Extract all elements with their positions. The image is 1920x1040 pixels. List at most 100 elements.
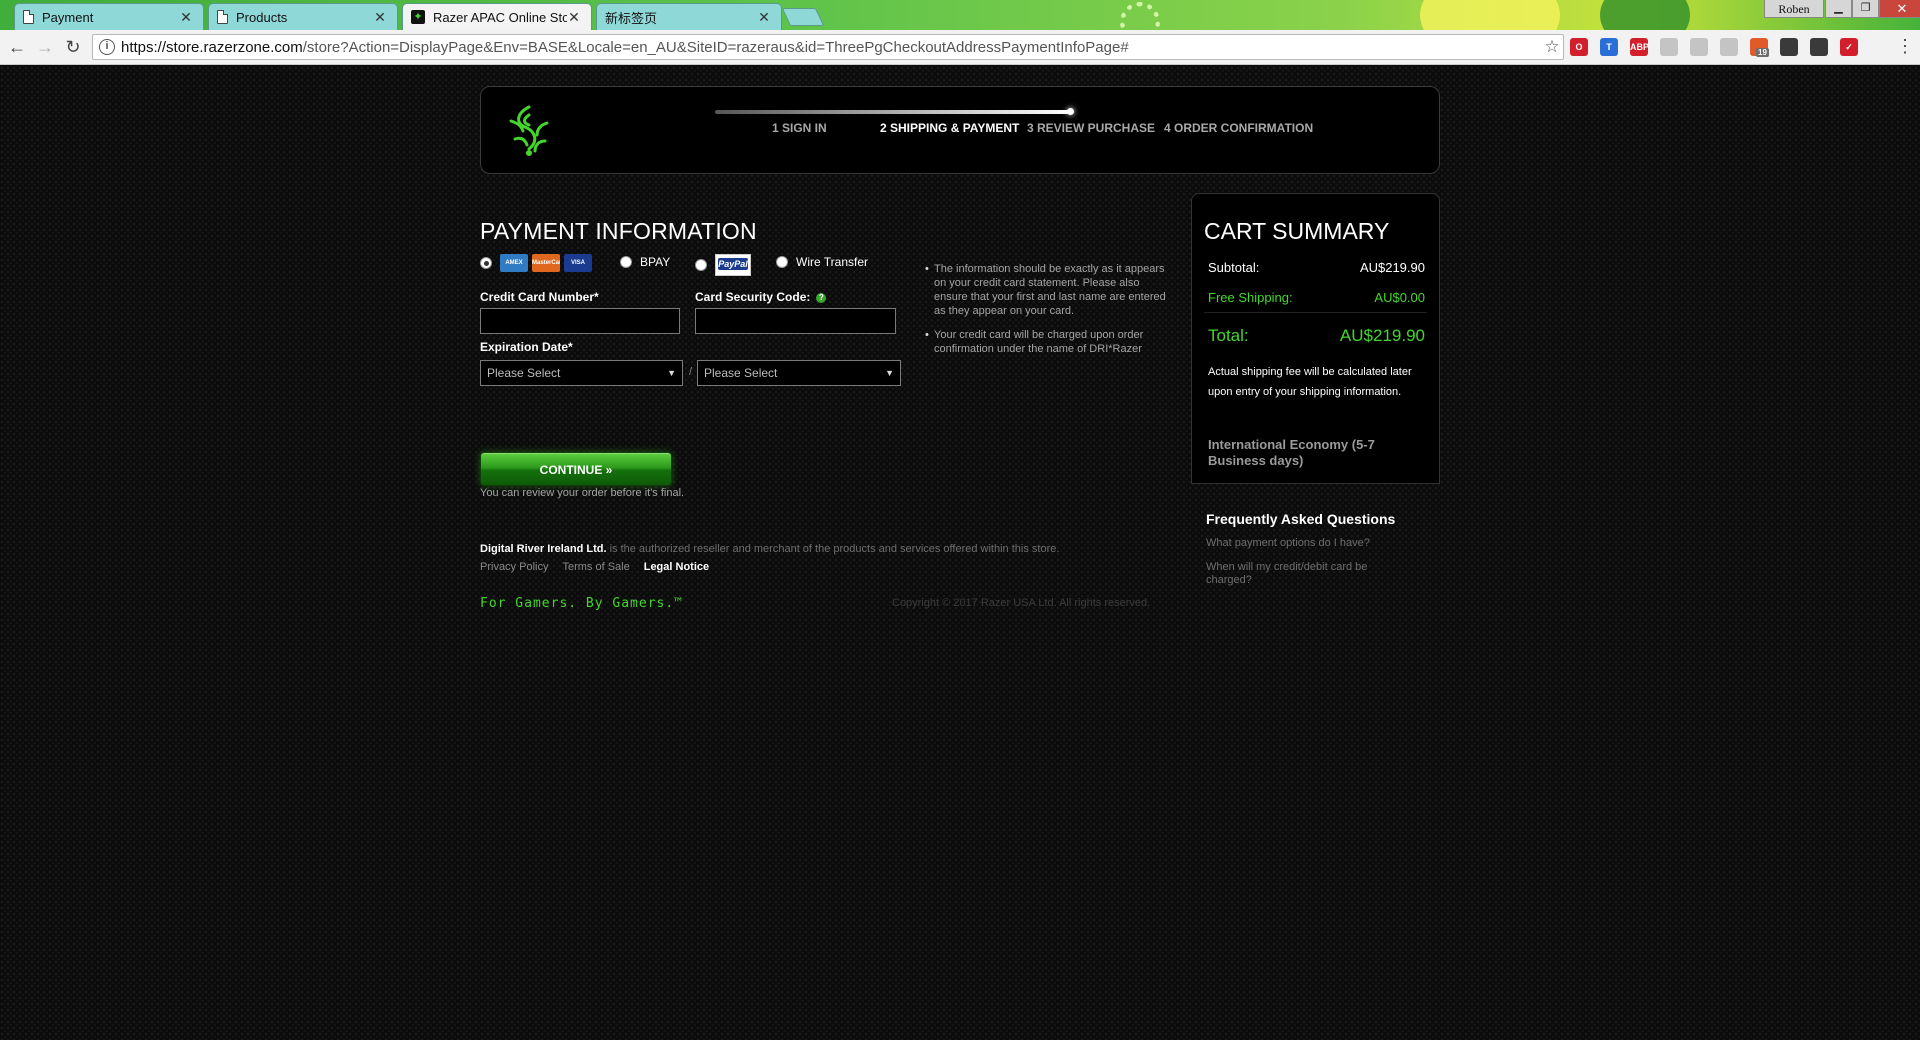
url-host: https://store.razerzone.com xyxy=(121,38,303,56)
razer-tagline: For Gamers. By Gamers.™ xyxy=(480,596,684,611)
faq-link-payment-options[interactable]: What payment options do I have? xyxy=(1206,537,1406,550)
faq-title: Frequently Asked Questions xyxy=(1206,511,1396,527)
continue-button[interactable]: CONTINUE » xyxy=(480,452,672,486)
credit-card-radio[interactable] xyxy=(480,257,492,269)
privacy-policy-link[interactable]: Privacy Policy xyxy=(480,561,548,573)
close-icon[interactable]: ✕ xyxy=(373,9,387,26)
extension-gray2-icon[interactable] xyxy=(1720,38,1738,56)
theme-decoration xyxy=(1420,0,1560,30)
restore-button[interactable]: ❐ xyxy=(1852,0,1879,18)
evernote-icon-2[interactable] xyxy=(1810,38,1828,56)
translate-icon[interactable]: T xyxy=(1600,38,1618,56)
close-icon[interactable]: ✕ xyxy=(567,9,581,26)
select-value: Please Select xyxy=(704,366,778,380)
address-bar[interactable]: i https://store.razerzone.com/store?Acti… xyxy=(92,34,1564,60)
amex-card-icon: AMEX xyxy=(500,254,528,272)
theme-decoration xyxy=(1120,2,1160,30)
opera-icon[interactable]: O xyxy=(1570,38,1588,56)
razer-logo-icon[interactable] xyxy=(501,101,557,159)
close-icon[interactable]: ✕ xyxy=(179,9,193,26)
payment-notes: The information should be exactly as it … xyxy=(925,262,1174,366)
page-title: PAYMENT INFORMATION xyxy=(480,218,757,244)
menu-icon[interactable]: ⋮ xyxy=(1896,36,1914,58)
total-value: AU$219.90 xyxy=(1339,326,1425,345)
bookmark-star-icon[interactable]: ☆ xyxy=(1541,37,1563,57)
tab-title: Products xyxy=(236,9,288,25)
card-number-input[interactable] xyxy=(480,308,680,334)
wire-transfer-radio[interactable] xyxy=(776,256,788,268)
payment-method-bpay[interactable]: BPAY xyxy=(620,255,670,269)
url-path: /store?Action=DisplayPage&Env=BASE&Local… xyxy=(302,38,1129,56)
close-icon[interactable]: ✕ xyxy=(757,9,771,26)
adblock-icon[interactable]: ABP xyxy=(1630,38,1649,56)
progress-bar xyxy=(715,110,1071,114)
close-window-button[interactable]: ✕ xyxy=(1879,0,1920,18)
shipping-value: AU$0.00 xyxy=(1374,290,1425,305)
cart-summary: CART SUMMARY Subtotal: AU$219.90 Free Sh… xyxy=(1191,193,1440,484)
cart-title: CART SUMMARY xyxy=(1204,218,1390,244)
dropdown-arrow-icon: ▼ xyxy=(667,368,676,378)
window-controls: ▁ ❐ ✕ xyxy=(1825,0,1920,18)
step-shipping-payment: 2 SHIPPING & PAYMENT xyxy=(880,121,1020,135)
subtotal-row: Subtotal: AU$219.90 xyxy=(1208,260,1425,275)
payment-note: The information should be exactly as it … xyxy=(925,262,1174,318)
shipping-method: International Economy (5-7 Business days… xyxy=(1208,437,1375,468)
visa-card-icon: VISA xyxy=(564,254,592,272)
legal-statement: Digital River Ireland Ltd. is the author… xyxy=(480,543,1059,555)
progress-indicator xyxy=(1067,108,1074,115)
total-row: Total: AU$219.90 xyxy=(1208,326,1425,346)
security-code-label-text: Card Security Code: xyxy=(695,290,811,304)
rss-icon[interactable] xyxy=(1690,38,1708,56)
subtotal-value: AU$219.90 xyxy=(1359,260,1425,275)
expiration-month-select[interactable]: Please Select ▼ xyxy=(480,360,683,386)
legal-notice-link[interactable]: Legal Notice xyxy=(644,561,709,573)
review-note: You can review your order before it's fi… xyxy=(480,487,685,499)
url-text[interactable]: https://store.razerzone.com/store?Action… xyxy=(121,39,1541,56)
browser-toolbar: ← → ↻ i https://store.razerzone.com/stor… xyxy=(0,30,1920,65)
badge-count: 19 xyxy=(1756,48,1769,57)
shipping-note: Actual shipping fee will be calculated l… xyxy=(1208,366,1412,398)
expiration-date-label: Expiration Date* xyxy=(480,340,573,354)
expiration-year-select[interactable]: Please Select ▼ xyxy=(697,360,901,386)
back-arrow-icon[interactable]: ← xyxy=(6,36,28,58)
payment-method-paypal[interactable]: PayPal xyxy=(695,254,751,276)
company-name[interactable]: Digital River Ireland Ltd. xyxy=(480,543,607,555)
security-code-label: Card Security Code:? xyxy=(695,290,827,304)
payment-method-wire-transfer[interactable]: Wire Transfer xyxy=(776,255,868,269)
forward-arrow-icon[interactable]: → xyxy=(34,36,56,58)
paypal-radio[interactable] xyxy=(695,259,707,271)
payment-method-credit-card[interactable]: AMEX MasterCard VISA xyxy=(480,254,592,272)
tab-payment[interactable]: Payment ✕ xyxy=(14,3,204,30)
badge-extension-icon[interactable]: 19 xyxy=(1750,38,1769,57)
tab-new-tab[interactable]: 新标签页 ✕ xyxy=(596,3,782,30)
minimize-button[interactable]: ▁ xyxy=(1825,0,1852,18)
razer-favicon-icon: ✦ xyxy=(411,10,425,24)
evernote-icon[interactable] xyxy=(1780,38,1798,56)
step-order-confirmation: 4 ORDER CONFIRMATION xyxy=(1164,121,1314,135)
checkout-header: 1 SIGN IN 2 SHIPPING & PAYMENT 3 REVIEW … xyxy=(480,86,1440,174)
info-icon[interactable]: i xyxy=(99,39,115,55)
wire-transfer-label: Wire Transfer xyxy=(796,255,869,269)
date-separator: / xyxy=(689,366,693,378)
tab-razer-store[interactable]: ✦ Razer APAC Online Sto ✕ xyxy=(402,3,592,30)
total-label: Total: xyxy=(1208,326,1249,345)
step-review-purchase: 3 REVIEW PURCHASE xyxy=(1027,121,1156,135)
theme-decoration xyxy=(1600,0,1690,30)
faq-link-card-charged[interactable]: When will my credit/debit card be charge… xyxy=(1206,561,1406,587)
tab-title: Razer APAC Online Sto xyxy=(433,9,567,25)
bpay-radio[interactable] xyxy=(620,256,632,268)
lastpass-icon[interactable]: ✓ xyxy=(1840,38,1858,56)
select-value: Please Select xyxy=(487,366,561,380)
extension-gray-icon[interactable] xyxy=(1660,38,1678,56)
tab-title: 新标签页 xyxy=(605,10,658,26)
divider xyxy=(1204,312,1427,313)
terms-of-sale-link[interactable]: Terms of Sale xyxy=(562,561,629,573)
help-icon[interactable]: ? xyxy=(816,292,827,303)
reload-icon[interactable]: ↻ xyxy=(62,36,84,58)
security-code-input[interactable] xyxy=(695,308,896,334)
tab-title: Payment xyxy=(42,9,94,25)
new-tab-button[interactable] xyxy=(781,8,825,26)
shipping-label: Free Shipping: xyxy=(1208,290,1293,305)
tab-products[interactable]: Products ✕ xyxy=(208,3,398,30)
profile-button[interactable]: Roben xyxy=(1764,0,1824,18)
